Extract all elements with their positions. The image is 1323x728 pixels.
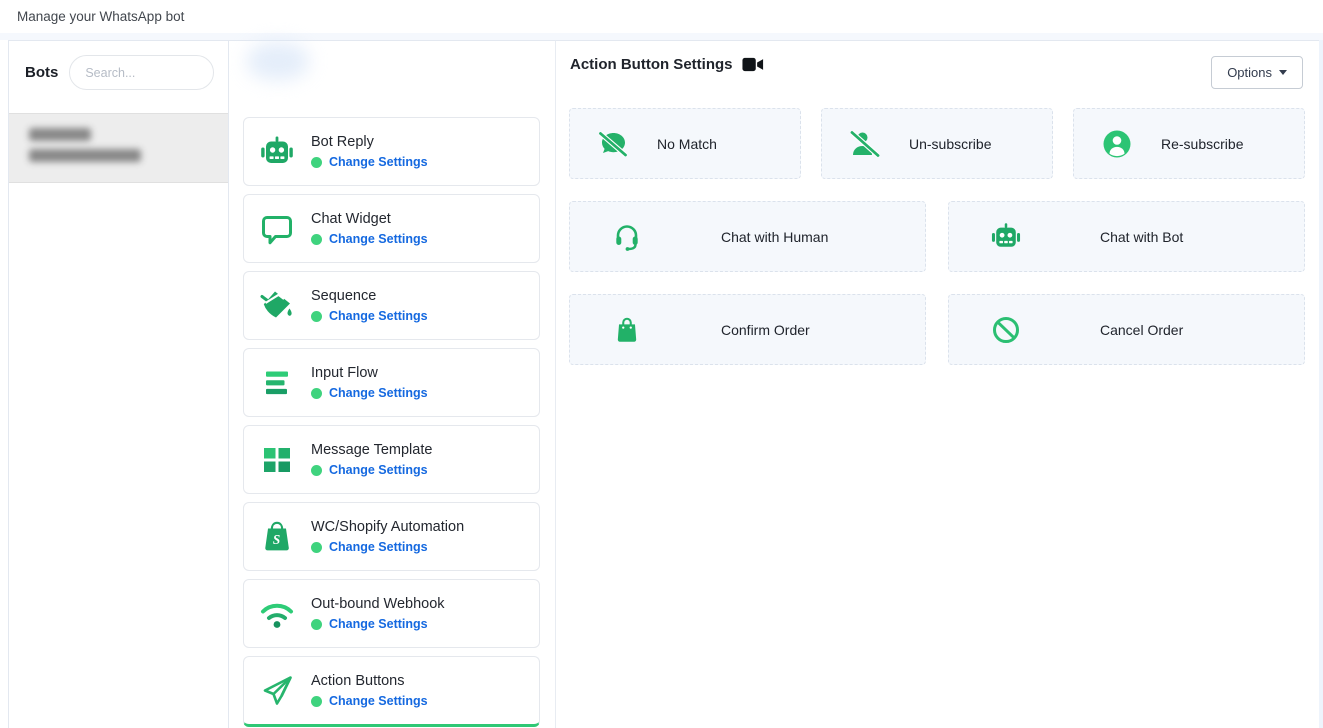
shopping-bag-icon — [610, 313, 644, 347]
status-dot — [311, 465, 322, 476]
change-settings-link[interactable]: Change Settings — [329, 155, 428, 169]
bots-title: Bots — [25, 64, 58, 81]
action-tile-unsubscribe[interactable]: Un-subscribe — [821, 108, 1053, 179]
bots-header: Bots — [9, 41, 228, 90]
paper-plane-icon — [257, 672, 297, 710]
search-input[interactable] — [69, 55, 214, 90]
action-tile-label: Cancel Order — [1100, 322, 1183, 338]
status-dot — [311, 388, 322, 399]
page-title: Manage your WhatsApp bot — [17, 9, 184, 24]
options-button-label: Options — [1227, 65, 1272, 80]
action-tile-no-match[interactable]: No Match — [569, 108, 801, 179]
settings-card-sequence[interactable]: Sequence Change Settings — [243, 271, 540, 340]
settings-card-action-buttons[interactable]: Action Buttons Change Settings — [243, 656, 540, 727]
robot-icon — [257, 133, 297, 171]
action-tile-resubscribe[interactable]: Re-subscribe — [1073, 108, 1305, 179]
scroll-gutter — [1319, 40, 1323, 728]
grid-icon — [257, 441, 297, 479]
change-settings-link[interactable]: Change Settings — [329, 232, 428, 246]
ban-icon — [989, 313, 1023, 347]
action-tile-chat-with-human[interactable]: Chat with Human — [569, 201, 926, 272]
svg-text:S: S — [273, 532, 280, 547]
change-settings-link[interactable]: Change Settings — [329, 540, 428, 554]
blurred-avatar — [247, 42, 309, 80]
action-tile-label: No Match — [657, 136, 717, 152]
change-settings-link[interactable]: Change Settings — [329, 694, 428, 708]
options-button[interactable]: Options — [1211, 56, 1303, 89]
user-slash-icon — [848, 127, 882, 161]
status-dot — [311, 619, 322, 630]
card-title: Action Buttons — [311, 673, 428, 689]
redacted-bot-name — [29, 128, 91, 141]
redacted-bot-phone — [29, 149, 141, 162]
card-title: Message Template — [311, 442, 432, 458]
status-dot — [311, 311, 322, 322]
status-dot — [311, 696, 322, 707]
settings-card-input-flow[interactable]: Input Flow Change Settings — [243, 348, 540, 417]
action-tile-chat-with-bot[interactable]: Chat with Bot — [948, 201, 1305, 272]
action-tile-label: Chat with Human — [721, 229, 828, 245]
settings-column: Bot Reply Change Settings Chat Widget — [229, 40, 555, 728]
status-dot — [311, 234, 322, 245]
headset-icon — [610, 220, 644, 254]
top-bar: Manage your WhatsApp bot — [0, 0, 1323, 33]
card-title: Bot Reply — [311, 134, 428, 150]
settings-list: Bot Reply Change Settings Chat Widget — [243, 117, 540, 728]
bots-sidebar: Bots — [8, 40, 229, 728]
bot-list-item-selected[interactable] — [9, 113, 228, 183]
action-button-settings-panel: Action Button Settings Options — [555, 40, 1319, 728]
card-title: Sequence — [311, 288, 428, 304]
change-settings-link[interactable]: Change Settings — [329, 463, 428, 477]
video-camera-icon[interactable] — [742, 57, 764, 72]
action-tile-label: Re-subscribe — [1161, 136, 1243, 152]
settings-card-message-template[interactable]: Message Template Change Settings — [243, 425, 540, 494]
caret-down-icon — [1279, 70, 1287, 75]
user-circle-icon — [1100, 127, 1134, 161]
action-tile-label: Un-subscribe — [909, 136, 991, 152]
panel-title: Action Button Settings — [570, 56, 732, 73]
action-tile-confirm-order[interactable]: Confirm Order — [569, 294, 926, 365]
change-settings-link[interactable]: Change Settings — [329, 386, 428, 400]
settings-card-shopify-automation[interactable]: S WC/Shopify Automation Change Settings — [243, 502, 540, 571]
action-tile-cancel-order[interactable]: Cancel Order — [948, 294, 1305, 365]
card-title: Input Flow — [311, 365, 428, 381]
bars-icon — [257, 364, 297, 402]
card-title: WC/Shopify Automation — [311, 519, 464, 535]
shopify-bag-icon: S — [257, 518, 297, 556]
wifi-icon — [257, 595, 297, 633]
app-window: Manage your WhatsApp bot Bots — [0, 0, 1323, 728]
action-tile-label: Confirm Order — [721, 322, 810, 338]
robot-icon — [989, 220, 1023, 254]
action-buttons-grid: No Match Un-subscribe — [569, 108, 1305, 387]
settings-card-bot-reply[interactable]: Bot Reply Change Settings — [243, 117, 540, 186]
comment-slash-icon — [596, 127, 630, 161]
settings-card-outbound-webhook[interactable]: Out-bound Webhook Change Settings — [243, 579, 540, 648]
change-settings-link[interactable]: Change Settings — [329, 309, 428, 323]
action-tile-label: Chat with Bot — [1100, 229, 1183, 245]
card-title: Chat Widget — [311, 211, 428, 227]
chat-bubble-icon — [257, 210, 297, 248]
change-settings-link[interactable]: Change Settings — [329, 617, 428, 631]
status-dot — [311, 157, 322, 168]
paint-bucket-icon — [257, 287, 297, 325]
settings-card-chat-widget[interactable]: Chat Widget Change Settings — [243, 194, 540, 263]
top-band-divider — [0, 33, 1323, 40]
status-dot — [311, 542, 322, 553]
card-title: Out-bound Webhook — [311, 596, 445, 612]
